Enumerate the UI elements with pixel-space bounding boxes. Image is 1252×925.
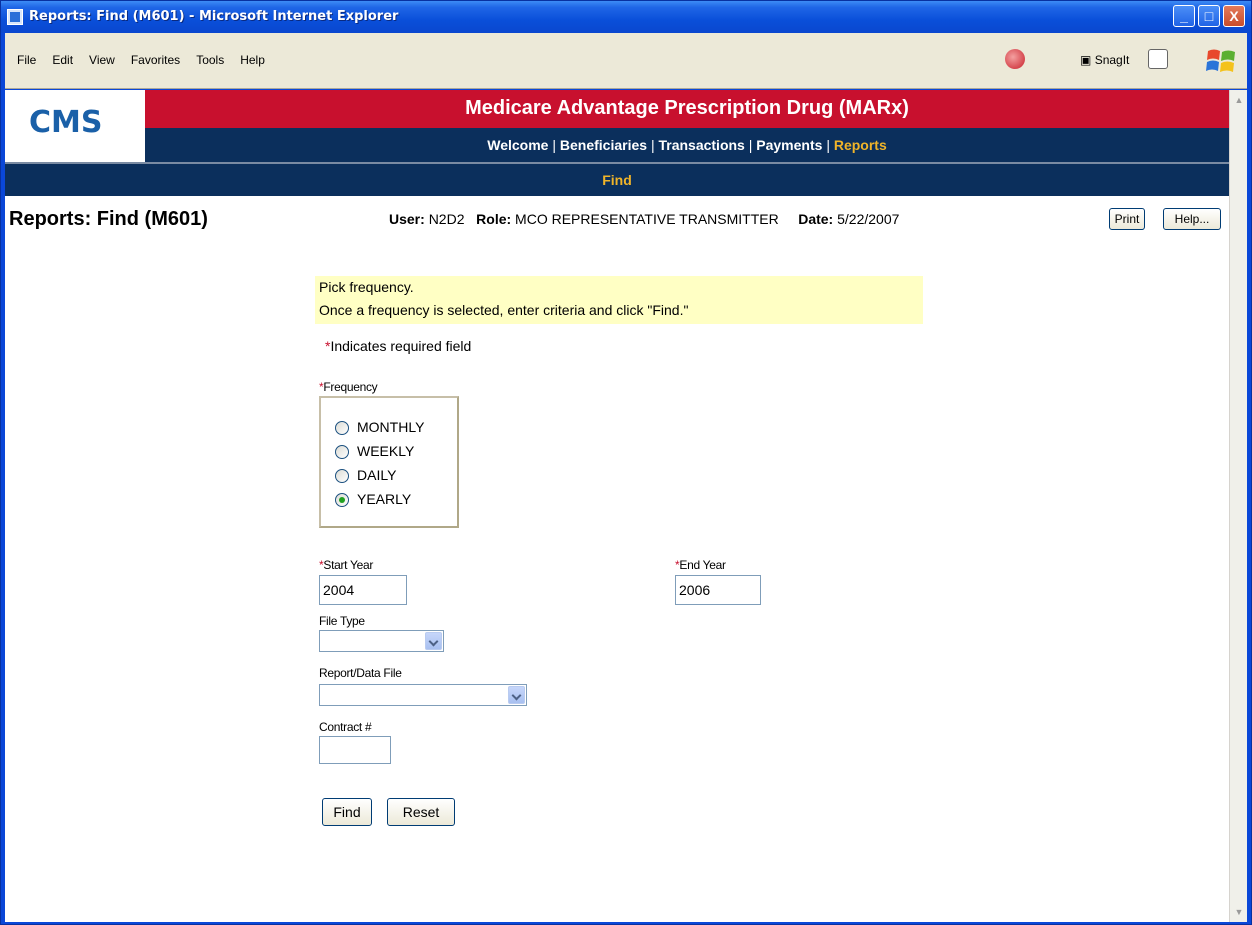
- contract-input[interactable]: [319, 736, 391, 764]
- browser-window: Reports: Find (M601) - Microsoft Interne…: [0, 0, 1252, 925]
- close-button[interactable]: X: [1223, 5, 1245, 27]
- file-type-label: File Type: [319, 614, 365, 628]
- user-label: User:: [389, 211, 425, 227]
- role-value: MCO REPRESENTATIVE TRANSMITTER: [515, 211, 779, 227]
- frequency-group: MONTHLY WEEKLY DAILY YEARLY: [319, 396, 459, 528]
- end-year-label-text: End Year: [679, 558, 726, 572]
- frequency-option-label: WEEKLY: [357, 443, 415, 459]
- sub-nav-find[interactable]: Find: [5, 172, 1229, 188]
- page-content: CMS Medicare Advantage Prescription Drug…: [5, 90, 1229, 922]
- radio-button[interactable]: [335, 469, 349, 483]
- end-year-input[interactable]: 2006: [675, 575, 761, 605]
- file-type-select[interactable]: [319, 630, 444, 652]
- required-note-text: Indicates required field: [330, 338, 472, 354]
- main-nav-bar: Welcome | Beneficiaries | Transactions |…: [145, 128, 1229, 162]
- ie-page-icon: [7, 9, 23, 25]
- nav-separator: |: [826, 137, 834, 153]
- chevron-down-icon[interactable]: [425, 632, 442, 650]
- notice-line-2: Once a frequency is selected, enter crit…: [319, 302, 689, 318]
- cms-logo-text: CMS: [29, 105, 103, 140]
- frequency-option-label: YEARLY: [357, 491, 412, 507]
- nav-separator: |: [552, 137, 560, 153]
- frequency-option-label: MONTHLY: [357, 419, 425, 435]
- camera-icon: ▣: [1080, 53, 1092, 67]
- menu-tools[interactable]: Tools: [188, 53, 232, 67]
- nav-reports[interactable]: Reports: [834, 137, 887, 153]
- snagit-button[interactable]: ▣ SnagIt: [1080, 53, 1129, 67]
- report-file-select[interactable]: [319, 684, 527, 706]
- page-title: Reports: Find (M601): [9, 208, 208, 230]
- properties-icon[interactable]: [1148, 49, 1168, 69]
- radio-button[interactable]: [335, 421, 349, 435]
- frequency-label-text: Frequency: [323, 380, 378, 394]
- start-year-label: *Start Year: [319, 558, 373, 572]
- scroll-up-icon[interactable]: ▲: [1231, 92, 1247, 108]
- menu-file[interactable]: File: [9, 53, 44, 67]
- required-note: *Indicates required field: [325, 338, 471, 354]
- menu-help[interactable]: Help: [232, 53, 273, 67]
- instruction-notice: Pick frequency. Once a frequency is sele…: [315, 276, 923, 324]
- vertical-scrollbar[interactable]: ▲ ▼: [1229, 90, 1247, 922]
- menu-favorites[interactable]: Favorites: [123, 53, 188, 67]
- scroll-down-icon[interactable]: ▼: [1231, 904, 1247, 920]
- user-info: User: N2D2 Role: MCO REPRESENTATIVE TRAN…: [389, 211, 899, 227]
- frequency-option-label: DAILY: [357, 467, 397, 483]
- main-nav: Welcome | Beneficiaries | Transactions |…: [145, 137, 1229, 153]
- date-label: Date:: [798, 211, 834, 227]
- menu-edit[interactable]: Edit: [44, 53, 81, 67]
- user-value: N2D2: [428, 211, 465, 227]
- notice-line-1: Pick frequency.: [319, 279, 414, 295]
- frequency-label: *Frequency: [319, 380, 378, 394]
- windows-logo-icon: [1206, 49, 1235, 72]
- reset-button[interactable]: Reset: [387, 798, 455, 826]
- contract-label: Contract #: [319, 720, 372, 734]
- minimize-button[interactable]: _: [1173, 5, 1195, 27]
- window-title: Reports: Find (M601) - Microsoft Interne…: [29, 9, 399, 24]
- menu: File Edit View Favorites Tools Help: [9, 53, 273, 67]
- acrobat-icon[interactable]: [1005, 49, 1025, 69]
- maximize-button[interactable]: □: [1198, 5, 1220, 27]
- role-label: Role:: [476, 211, 512, 227]
- date-value: 5/22/2007: [837, 211, 900, 227]
- nav-transactions[interactable]: Transactions: [658, 137, 744, 153]
- nav-welcome[interactable]: Welcome: [487, 137, 548, 153]
- nav-payments[interactable]: Payments: [756, 137, 822, 153]
- nav-beneficiaries[interactable]: Beneficiaries: [560, 137, 647, 153]
- snagit-label: SnagIt: [1094, 53, 1130, 67]
- help-button[interactable]: Help...: [1163, 208, 1221, 230]
- menu-view[interactable]: View: [81, 53, 123, 67]
- print-button[interactable]: Print: [1109, 208, 1145, 230]
- find-button[interactable]: Find: [322, 798, 372, 826]
- radio-button-selected[interactable]: [335, 493, 349, 507]
- start-year-input[interactable]: 2004: [319, 575, 407, 605]
- app-banner: Medicare Advantage Prescription Drug (MA…: [145, 90, 1229, 128]
- report-file-label: Report/Data File: [319, 666, 402, 680]
- cms-logo[interactable]: CMS: [5, 90, 145, 164]
- start-year-label-text: Start Year: [323, 558, 374, 572]
- sub-nav-bar: Find: [5, 162, 1229, 196]
- radio-button[interactable]: [335, 445, 349, 459]
- menu-bar: File Edit View Favorites Tools Help ▣ Sn…: [5, 33, 1247, 89]
- end-year-label: *End Year: [675, 558, 726, 572]
- app-title: Medicare Advantage Prescription Drug (MA…: [465, 97, 909, 119]
- title-bar: Reports: Find (M601) - Microsoft Interne…: [1, 1, 1251, 33]
- chevron-down-icon[interactable]: [508, 686, 525, 704]
